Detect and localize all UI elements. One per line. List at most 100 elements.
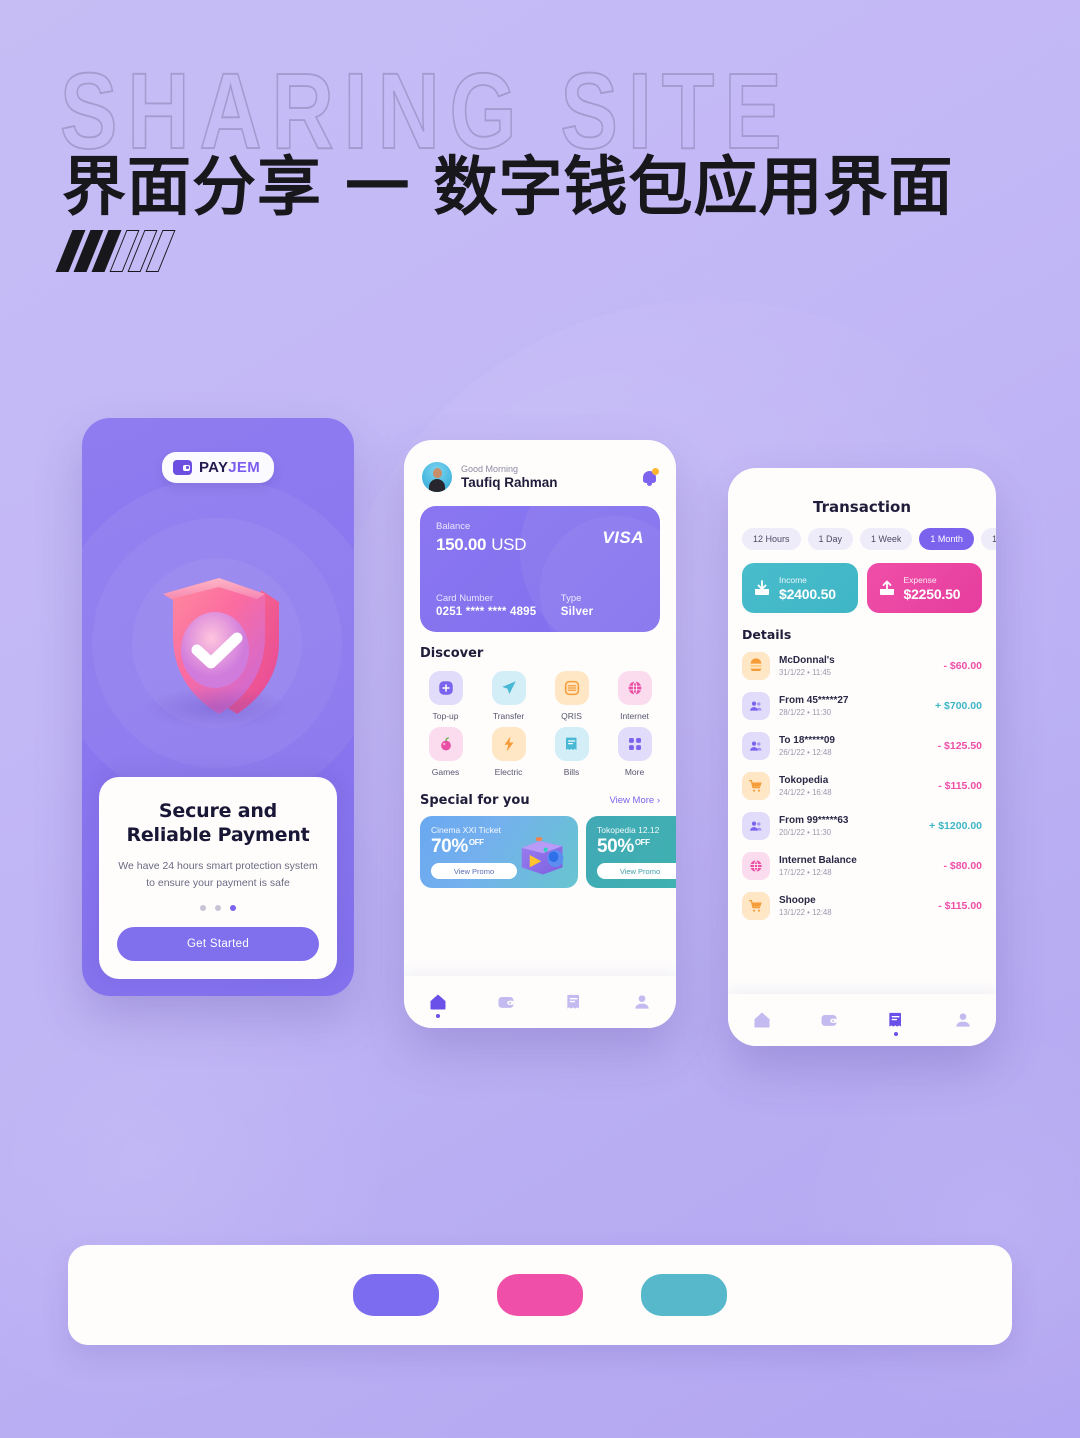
avatar[interactable] bbox=[422, 462, 452, 492]
discover-item-internet[interactable]: Internet bbox=[605, 671, 664, 721]
time-filter-chip[interactable]: 12 Hours bbox=[742, 528, 801, 550]
view-promo-button[interactable]: View Promo bbox=[431, 863, 517, 879]
swatch-accent-teal[interactable] bbox=[641, 1274, 727, 1316]
discover-item-label: QRIS bbox=[561, 711, 582, 721]
discover-item-label: More bbox=[624, 767, 645, 777]
transaction-row[interactable]: To 18*****09 26/1/22 • 12:48 - $125.50 bbox=[728, 726, 996, 766]
page-header: SHARING SITE 界面分享 一 数字钱包应用界面 bbox=[55, 57, 1020, 272]
view-more-link[interactable]: View More › bbox=[609, 795, 660, 806]
wallet-icon bbox=[172, 460, 192, 475]
globe-icon bbox=[617, 671, 652, 705]
discover-item-label: Internet bbox=[620, 711, 649, 721]
balance-card[interactable]: Balance 150.00 USD VISA Card Number 0251… bbox=[420, 506, 660, 632]
plus-icon bbox=[428, 671, 463, 705]
summary-row: Income $2400.50 Expense $2250.50 bbox=[728, 550, 996, 613]
card-type-label: Type bbox=[560, 593, 582, 604]
phone-home-screen: Good Morning Taufiq Rahman Balance 150.0… bbox=[404, 440, 676, 1028]
shield-check-icon bbox=[133, 568, 303, 748]
time-filter-chip[interactable]: 1 Y bbox=[980, 528, 996, 550]
background-blob-c bbox=[790, 1020, 1080, 1438]
transaction-name: To 18*****09 bbox=[779, 735, 835, 746]
discover-item-top-up[interactable]: Top-up bbox=[416, 671, 475, 721]
people-icon bbox=[742, 732, 770, 760]
transaction-datetime: 24/1/22 • 16:48 bbox=[779, 788, 832, 797]
discover-item-label: Bills bbox=[563, 767, 580, 777]
balance-amount: 150.00 bbox=[436, 535, 487, 554]
nav-receipt[interactable] bbox=[564, 992, 584, 1012]
notification-bell-icon[interactable] bbox=[642, 468, 659, 486]
swatch-accent-pink[interactable] bbox=[497, 1274, 583, 1316]
download-tray-icon bbox=[752, 578, 772, 598]
promo-off: OFF bbox=[634, 837, 650, 847]
promo-title: Tokopedia 12.12 bbox=[597, 825, 660, 835]
page-title: 界面分享 一 数字钱包应用界面 bbox=[62, 151, 954, 225]
promo-card[interactable]: Cinema XXI Ticket 70%OFF View Promo bbox=[420, 816, 578, 888]
time-filter-chip[interactable]: 1 Week bbox=[860, 528, 913, 550]
time-filter-chip[interactable]: 1 Day bbox=[807, 528, 854, 550]
card-number-label: Card Number bbox=[436, 593, 494, 604]
transaction-row[interactable]: Internet Balance 17/1/22 • 12:48 - $80.0… bbox=[728, 846, 996, 886]
discover-item-more[interactable]: More bbox=[605, 727, 664, 777]
promo-percent: 50% bbox=[597, 836, 634, 857]
promo-row: Cinema XXI Ticket 70%OFF View Promo Toko… bbox=[404, 816, 676, 888]
upload-tray-icon bbox=[877, 578, 897, 598]
discover-heading: Discover bbox=[420, 646, 484, 661]
discover-grid: Top-up Transfer QRIS Internet Games Elec… bbox=[404, 671, 676, 777]
details-heading: Details bbox=[742, 627, 792, 642]
promo-percent: 70% bbox=[431, 836, 468, 857]
income-label: Income bbox=[779, 574, 807, 585]
transaction-row[interactable]: McDonnal's 31/1/22 • 11:45 - $60.00 bbox=[728, 646, 996, 686]
transaction-row[interactable]: Tokopedia 24/1/22 • 16:48 - $115.00 bbox=[728, 766, 996, 806]
transaction-name: McDonnal's bbox=[779, 655, 835, 666]
nav-receipt[interactable] bbox=[886, 1010, 906, 1036]
globe-icon bbox=[742, 852, 770, 880]
nav-person[interactable] bbox=[953, 1010, 973, 1030]
expense-summary-card[interactable]: Expense $2250.50 bbox=[866, 563, 982, 613]
time-filter-chip[interactable]: 1 Month bbox=[919, 528, 974, 550]
transaction-row[interactable]: From 99*****63 20/1/22 • 11:30 + $1200.0… bbox=[728, 806, 996, 846]
phone-transaction-screen: Transaction 12 Hours 1 Day 1 Week 1 Month 1 … bbox=[728, 468, 996, 1046]
transaction-datetime: 20/1/22 • 11:30 bbox=[779, 828, 832, 837]
transaction-datetime: 31/1/22 • 11:45 bbox=[779, 668, 832, 677]
transaction-amount: - $115.00 bbox=[938, 900, 982, 912]
promo-off: OFF bbox=[468, 837, 484, 847]
transaction-row[interactable]: From 45*****27 28/1/22 • 11:30 + $700.00 bbox=[728, 686, 996, 726]
transaction-name: From 45*****27 bbox=[779, 695, 849, 706]
carousel-dot[interactable] bbox=[215, 905, 221, 911]
nav-home[interactable] bbox=[428, 992, 448, 1018]
discover-item-transfer[interactable]: Transfer bbox=[479, 671, 538, 721]
onboarding-subtitle: We have 24 hours smart protection system… bbox=[118, 860, 318, 889]
transaction-datetime: 26/1/22 • 12:48 bbox=[779, 748, 832, 757]
discover-item-label: Transfer bbox=[492, 711, 525, 721]
view-promo-button[interactable]: View Promo bbox=[597, 863, 676, 879]
lightning-icon bbox=[491, 727, 526, 761]
transaction-amount: - $60.00 bbox=[943, 660, 982, 672]
income-summary-card[interactable]: Income $2400.50 bbox=[742, 563, 858, 613]
nav-home[interactable] bbox=[752, 1010, 772, 1030]
transaction-row[interactable]: Shoope 13/1/22 • 12:48 - $115.00 bbox=[728, 886, 996, 926]
nav-wallet[interactable] bbox=[496, 992, 516, 1012]
time-filter-row: 12 Hours 1 Day 1 Week 1 Month 1 Y bbox=[728, 528, 996, 550]
transaction-amount: + $700.00 bbox=[934, 700, 982, 712]
special-heading: Special for you bbox=[420, 793, 530, 808]
qr-code-icon bbox=[554, 671, 589, 705]
promo-card[interactable]: Tokopedia 12.12 50%OFF View Promo bbox=[586, 816, 676, 888]
discover-item-qris[interactable]: QRIS bbox=[542, 671, 601, 721]
swatch-primary-purple[interactable] bbox=[353, 1274, 439, 1316]
discover-item-electric[interactable]: Electric bbox=[479, 727, 538, 777]
discover-item-games[interactable]: Games bbox=[416, 727, 475, 777]
discover-item-bills[interactable]: Bills bbox=[542, 727, 601, 777]
nav-person[interactable] bbox=[632, 992, 652, 1012]
color-swatch-panel bbox=[68, 1245, 1012, 1345]
onboarding-card: Secure and Reliable Payment We have 24 h… bbox=[99, 776, 337, 979]
expense-label: Expense bbox=[903, 574, 937, 585]
get-started-button[interactable]: Get Started bbox=[117, 927, 319, 961]
carousel-dot[interactable] bbox=[200, 905, 206, 911]
carousel-dots[interactable] bbox=[117, 905, 319, 911]
nav-wallet[interactable] bbox=[819, 1010, 839, 1030]
carousel-dot-active[interactable] bbox=[230, 905, 236, 911]
transaction-datetime: 28/1/22 • 11:30 bbox=[779, 708, 832, 717]
bottom-navigation bbox=[728, 994, 996, 1046]
receipt-icon bbox=[554, 727, 589, 761]
slash-decoration bbox=[55, 230, 176, 272]
